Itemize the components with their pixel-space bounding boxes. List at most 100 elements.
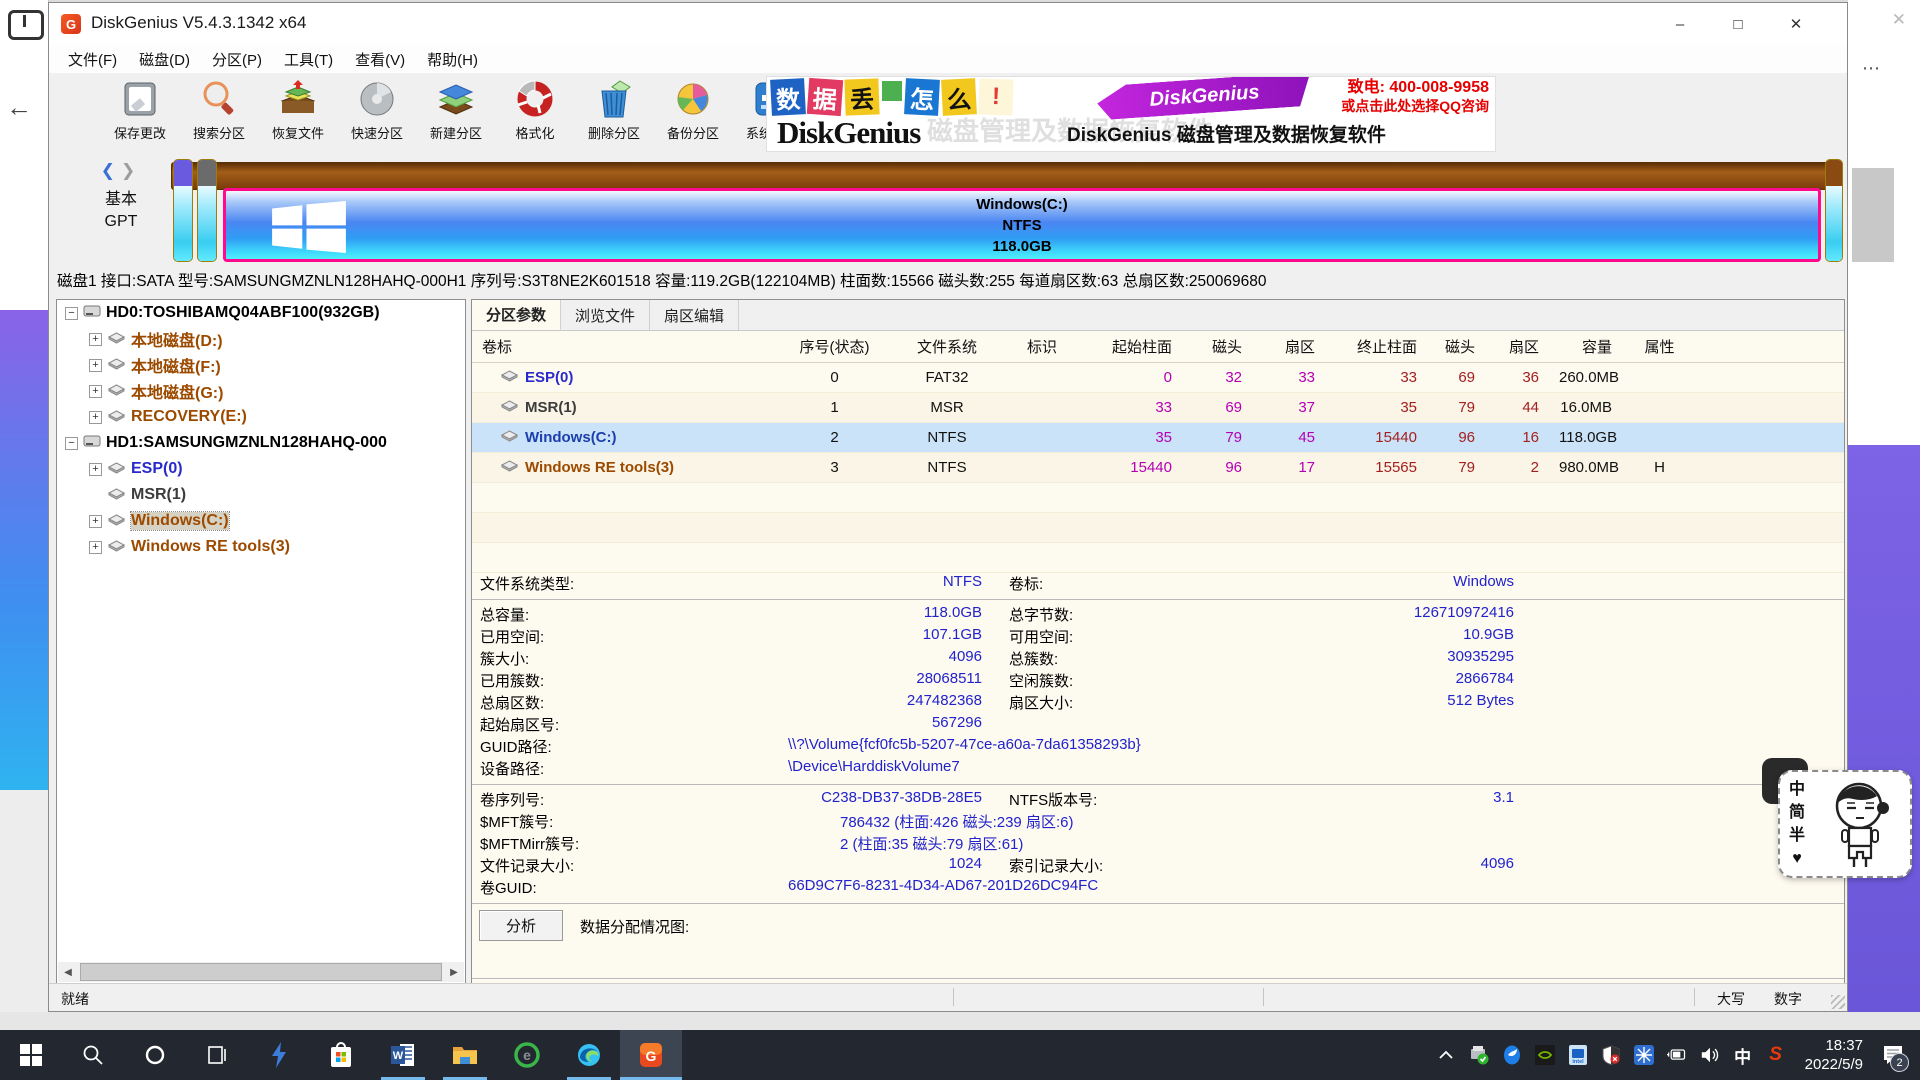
search-partition-button[interactable]: 搜索分区	[180, 77, 258, 153]
tree-item[interactable]: +ESP(0)	[57, 456, 465, 482]
volume-tray-icon[interactable]	[1700, 1045, 1720, 1065]
green-browser-icon[interactable]: e	[496, 1030, 558, 1080]
column-header[interactable]: 容量	[1549, 336, 1622, 357]
partition-block-esp[interactable]	[173, 159, 193, 262]
browser-scrollbar-thumb[interactable]	[1852, 168, 1894, 262]
ime-status-char[interactable]: ♥	[1780, 847, 1814, 870]
microsoft-store-icon[interactable]	[310, 1030, 372, 1080]
ime-status-char[interactable]: 简	[1780, 801, 1814, 824]
menu-disk[interactable]: 磁盘(D)	[128, 49, 201, 70]
task-view-button[interactable]	[186, 1030, 248, 1080]
tree-expander[interactable]: −	[65, 437, 78, 450]
tree-expander[interactable]: +	[89, 515, 102, 528]
word-icon[interactable]: W	[372, 1030, 434, 1080]
column-header[interactable]: 磁头	[1427, 336, 1485, 357]
tab-partition-params[interactable]: 分区参数	[472, 300, 561, 330]
partition-block-re-tools[interactable]	[1825, 159, 1843, 262]
tree-item[interactable]: +RECOVERY(E:)	[57, 404, 465, 430]
tree-expander[interactable]: +	[89, 541, 102, 554]
backup-partition-button[interactable]: 备份分区	[654, 77, 732, 153]
partition-row[interactable]: Windows(C:)2NTFS357945154409616118.0GB	[472, 423, 1844, 453]
sogou-tray-icon[interactable]: S	[1766, 1045, 1786, 1065]
menu-help[interactable]: 帮助(H)	[416, 49, 489, 70]
menu-view[interactable]: 查看(V)	[344, 49, 416, 70]
intel-graphics-tray-icon[interactable]: intel	[1568, 1045, 1588, 1065]
ime-language-tray-icon[interactable]: 中	[1733, 1045, 1753, 1065]
tab-browse-files[interactable]: 浏览文件	[561, 300, 650, 330]
column-header[interactable]: 序号(状态)	[772, 336, 897, 357]
cortana-button[interactable]	[124, 1030, 186, 1080]
tree-expander[interactable]: +	[89, 333, 102, 346]
banner-contact[interactable]: 致电: 400-008-9958 或点击此处选择QQ咨询	[1341, 79, 1489, 115]
snowflake-tray-icon[interactable]	[1634, 1045, 1654, 1065]
recover-files-button[interactable]: 恢复文件	[259, 77, 337, 153]
diskgenius-taskbar-icon[interactable]: G	[620, 1030, 682, 1080]
column-header[interactable]: 磁头	[1182, 336, 1252, 357]
tree-expander[interactable]: +	[89, 385, 102, 398]
blue-app-tray-icon[interactable]	[1502, 1045, 1522, 1065]
tray-expand-icon[interactable]	[1436, 1045, 1456, 1065]
column-header[interactable]: 文件系统	[897, 336, 997, 357]
tree-item[interactable]: +Windows(C:)	[57, 508, 465, 534]
column-header[interactable]: 终止柱面	[1325, 336, 1427, 357]
partition-row[interactable]: Windows RE tools(3)3NTFS1544096171556579…	[472, 453, 1844, 483]
prev-disk-icon[interactable]: ❮	[101, 161, 121, 180]
printer-status-icon[interactable]	[1469, 1045, 1489, 1065]
taskbar-search-button[interactable]	[62, 1030, 124, 1080]
resize-grip[interactable]	[1831, 995, 1845, 1009]
promo-banner[interactable]: 磁盘管理及数据恢复软件 数据丢怎么! DiskGenius 致电: 400-00…	[766, 76, 1496, 152]
column-header[interactable]: 卷标	[472, 336, 772, 357]
nvidia-tray-icon[interactable]	[1535, 1045, 1555, 1065]
browser-back-arrow-icon[interactable]: ←	[6, 92, 32, 123]
menu-tools[interactable]: 工具(T)	[273, 49, 344, 70]
tree-expander[interactable]: −	[65, 307, 78, 320]
menu-file[interactable]: 文件(F)	[57, 49, 128, 70]
partition-block-msr[interactable]	[197, 159, 217, 262]
tree-expander[interactable]: +	[89, 359, 102, 372]
tree-expander[interactable]: +	[89, 463, 102, 476]
start-button[interactable]	[0, 1030, 62, 1080]
banner-qq[interactable]: 或点击此处选择QQ咨询	[1341, 97, 1489, 115]
analyze-button[interactable]: 分析	[479, 910, 563, 941]
sogou-ime-panel[interactable]: 中简半♥	[1778, 770, 1912, 878]
tree-item[interactable]: +本地磁盘(G:)	[57, 378, 465, 404]
tree-item[interactable]: +本地磁盘(D:)	[57, 326, 465, 352]
quick-partition-button[interactable]: 快速分区	[338, 77, 416, 153]
app-launcher-icon[interactable]	[248, 1030, 310, 1080]
taskbar-clock[interactable]: 18:37 2022/5/9	[1805, 1036, 1863, 1074]
ime-status-char[interactable]: 中	[1780, 778, 1814, 801]
tree-item[interactable]: +本地磁盘(F:)	[57, 352, 465, 378]
delete-partition-button[interactable]: 删除分区	[575, 77, 653, 153]
ime-status-char[interactable]: 半	[1780, 824, 1814, 847]
next-disk-icon[interactable]: ❯	[121, 161, 141, 180]
new-partition-button[interactable]: 新建分区	[417, 77, 495, 153]
tree-expander[interactable]: +	[89, 411, 102, 424]
security-alert-tray-icon[interactable]	[1601, 1045, 1621, 1065]
disk-band[interactable]	[171, 162, 1843, 190]
column-header[interactable]: 属性	[1622, 336, 1697, 357]
tree-item[interactable]: +Windows RE tools(3)	[57, 534, 465, 560]
menu-partition[interactable]: 分区(P)	[201, 49, 273, 70]
tree-item[interactable]: −HD1:SAMSUNGMZNLN128HAHQ-000	[57, 430, 465, 456]
edge-icon[interactable]	[558, 1030, 620, 1080]
close-button[interactable]: ✕	[1767, 3, 1825, 45]
scrollbar-thumb[interactable]	[80, 963, 442, 981]
partition-block-windows-c[interactable]: Windows(C:) NTFS 118.0GB	[223, 188, 1821, 262]
column-header[interactable]: 扇区	[1252, 336, 1325, 357]
ime-status-column[interactable]: 中简半♥	[1780, 778, 1814, 870]
minimize-button[interactable]: –	[1651, 3, 1709, 45]
scroll-right-icon[interactable]: ▶	[444, 967, 464, 978]
partition-row[interactable]: ESP(0)0FAT3203233336936260.0MB	[472, 363, 1844, 393]
tree-horizontal-scrollbar[interactable]: ◀ ▶	[58, 962, 464, 982]
column-header[interactable]: 起始柱面	[1087, 336, 1182, 357]
partition-row[interactable]: MSR(1)1MSR33693735794416.0MB	[472, 393, 1844, 423]
tab-sector-edit[interactable]: 扇区编辑	[650, 300, 739, 330]
maximize-button[interactable]: □	[1709, 3, 1767, 45]
tree-item[interactable]: −HD0:TOSHIBAMQ04ABF100(932GB)	[57, 300, 465, 326]
format-button[interactable]: 格式化	[496, 77, 574, 153]
scroll-left-icon[interactable]: ◀	[58, 967, 78, 978]
column-header[interactable]: 标识	[997, 336, 1087, 357]
action-center-button[interactable]: 2	[1876, 1030, 1910, 1080]
save-changes-button[interactable]: 保存更改	[101, 77, 179, 153]
tree-item[interactable]: MSR(1)	[57, 482, 465, 508]
